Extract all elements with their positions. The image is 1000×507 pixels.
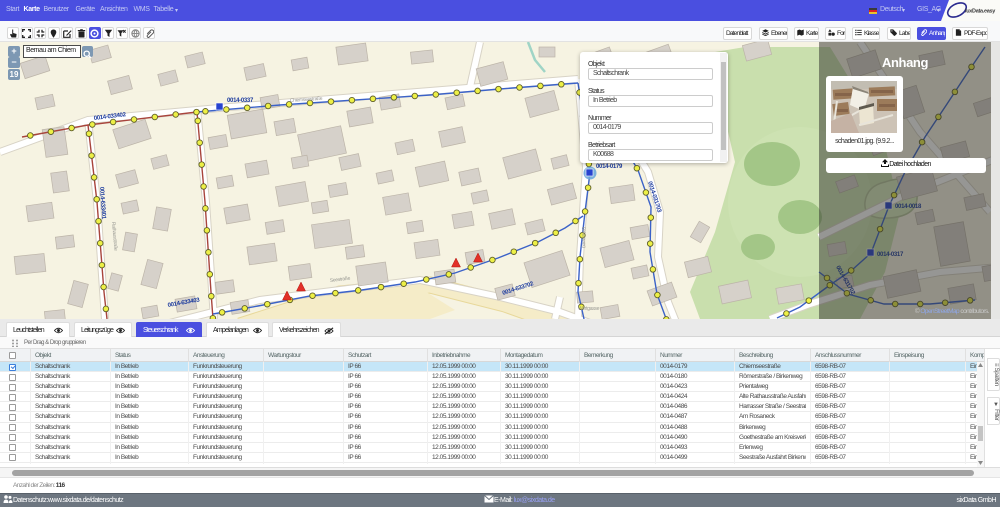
svg-text:0014-0179: 0014-0179 (596, 164, 623, 170)
svg-text:Birkenweg: Birkenweg (580, 227, 587, 248)
svg-text:luxData.easy: luxData.easy (965, 9, 996, 15)
svg-text:Wertgasse: Wertgasse (578, 306, 600, 312)
svg-text:0014-0337: 0014-0337 (227, 98, 254, 104)
